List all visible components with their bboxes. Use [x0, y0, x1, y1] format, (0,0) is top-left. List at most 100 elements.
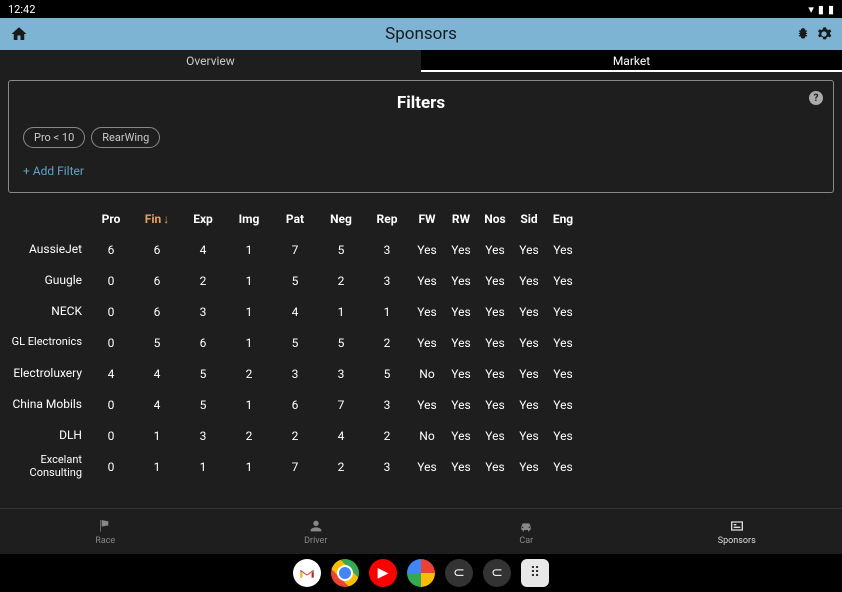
cell-neg: 5 — [318, 243, 364, 257]
filter-chip-rearwing[interactable]: RearWing — [91, 127, 160, 148]
cell-neg: 2 — [318, 460, 364, 474]
cell-sid: Yes — [512, 460, 546, 474]
add-filter-button[interactable]: + Add Filter — [23, 164, 819, 178]
app-icon-2[interactable]: ⊂ — [483, 559, 511, 587]
nav-race[interactable]: Race — [0, 509, 211, 554]
col-fin[interactable]: Fin↓ — [134, 212, 180, 226]
cell-sid: Yes — [512, 274, 546, 288]
cell-rep: 1 — [364, 305, 410, 319]
cell-exp: 2 — [180, 274, 226, 288]
system-nav: ▶ ⊂ ⊂ ⠿ — [0, 554, 842, 592]
app-icon-1[interactable]: ⊂ — [445, 559, 473, 587]
page-title: Sponsors — [385, 24, 457, 44]
cell-sid: Yes — [512, 367, 546, 381]
cell-nos: Yes — [478, 367, 512, 381]
col-exp[interactable]: Exp — [180, 212, 226, 226]
filter-chips: Pro < 10 RearWing — [23, 127, 819, 148]
nav-car[interactable]: Car — [421, 509, 632, 554]
tab-market[interactable]: Market — [421, 50, 842, 72]
cell-img: 2 — [226, 367, 272, 381]
wifi-icon: ▾ — [808, 3, 814, 16]
table-row[interactable]: NECK0631411YesYesYesYesYes — [8, 296, 834, 327]
cell-rep: 5 — [364, 367, 410, 381]
cell-exp: 3 — [180, 429, 226, 443]
table-row[interactable]: Electroluxery4452335NoYesYesYesYes — [8, 358, 834, 389]
sponsor-name: Excelant Consulting — [8, 454, 88, 478]
table-row[interactable]: Excelant Consulting0111723YesYesYesYesYe… — [8, 451, 834, 482]
cell-exp: 5 — [180, 398, 226, 412]
cell-nos: Yes — [478, 398, 512, 412]
col-nos[interactable]: Nos — [478, 212, 512, 226]
cell-pro: 0 — [88, 274, 134, 288]
tabs: Overview Market — [0, 50, 842, 72]
cell-rep: 3 — [364, 274, 410, 288]
status-time: 12:42 — [8, 3, 35, 16]
youtube-icon[interactable]: ▶ — [369, 559, 397, 587]
status-bar: 12:42 ▾ ▮ ▮ — [0, 0, 842, 18]
cell-pro: 6 — [88, 243, 134, 257]
col-rep[interactable]: Rep — [364, 212, 410, 226]
home-icon[interactable] — [10, 25, 28, 43]
tab-overview[interactable]: Overview — [0, 50, 421, 72]
cell-fin: 6 — [134, 243, 180, 257]
cell-rep: 3 — [364, 460, 410, 474]
col-fw[interactable]: FW — [410, 212, 444, 226]
cell-rw: Yes — [444, 460, 478, 474]
chrome-icon[interactable] — [331, 559, 359, 587]
cell-eng: Yes — [546, 460, 580, 474]
cell-sid: Yes — [512, 429, 546, 443]
table-row[interactable]: AussieJet6641753YesYesYesYesYes — [8, 234, 834, 265]
table-row[interactable]: GL Electronics0561552YesYesYesYesYes — [8, 327, 834, 358]
gear-icon[interactable] — [816, 26, 832, 42]
sort-desc-icon: ↓ — [163, 212, 169, 226]
cell-img: 1 — [226, 305, 272, 319]
table-row[interactable]: DLH0132242NoYesYesYesYes — [8, 420, 834, 451]
cell-rep: 3 — [364, 398, 410, 412]
cell-img: 1 — [226, 398, 272, 412]
table-row[interactable]: Guugle0621523YesYesYesYesYes — [8, 265, 834, 296]
gmail-icon[interactable] — [293, 559, 321, 587]
cell-eng: Yes — [546, 398, 580, 412]
sponsor-name: NECK — [8, 305, 88, 318]
col-eng[interactable]: Eng — [546, 212, 580, 226]
cell-fin: 4 — [134, 398, 180, 412]
battery-icon: ▮ — [828, 3, 834, 16]
cell-img: 1 — [226, 243, 272, 257]
cell-nos: Yes — [478, 274, 512, 288]
cell-neg: 5 — [318, 336, 364, 350]
apps-grid-icon[interactable]: ⠿ — [521, 559, 549, 587]
cell-pat: 5 — [272, 336, 318, 350]
cell-neg: 1 — [318, 305, 364, 319]
cell-pro: 0 — [88, 336, 134, 350]
cell-exp: 6 — [180, 336, 226, 350]
cell-pro: 0 — [88, 429, 134, 443]
cell-pat: 5 — [272, 274, 318, 288]
col-img[interactable]: Img — [226, 212, 272, 226]
col-pat[interactable]: Pat — [272, 212, 318, 226]
cell-neg: 2 — [318, 274, 364, 288]
cell-eng: Yes — [546, 367, 580, 381]
cell-fw: Yes — [410, 243, 444, 257]
cell-rw: Yes — [444, 429, 478, 443]
cell-rep: 2 — [364, 429, 410, 443]
table-row[interactable]: China Mobils0451673YesYesYesYesYes — [8, 389, 834, 420]
photos-icon[interactable] — [407, 559, 435, 587]
bug-icon[interactable] — [796, 26, 810, 42]
cell-rep: 2 — [364, 336, 410, 350]
cell-sid: Yes — [512, 243, 546, 257]
filter-chip-pro[interactable]: Pro < 10 — [23, 127, 85, 148]
nav-driver[interactable]: Driver — [211, 509, 422, 554]
nav-sponsors[interactable]: Sponsors — [632, 509, 842, 554]
col-pro[interactable]: Pro — [88, 212, 134, 226]
cell-pro: 0 — [88, 460, 134, 474]
cell-pat: 7 — [272, 243, 318, 257]
help-icon[interactable]: ? — [809, 91, 823, 105]
cell-exp: 4 — [180, 243, 226, 257]
cell-eng: Yes — [546, 274, 580, 288]
sponsor-name: China Mobils — [8, 398, 88, 411]
col-sid[interactable]: Sid — [512, 212, 546, 226]
col-neg[interactable]: Neg — [318, 212, 364, 226]
cell-exp: 5 — [180, 367, 226, 381]
col-rw[interactable]: RW — [444, 212, 478, 226]
filters-panel: Filters ? Pro < 10 RearWing + Add Filter — [8, 80, 834, 193]
